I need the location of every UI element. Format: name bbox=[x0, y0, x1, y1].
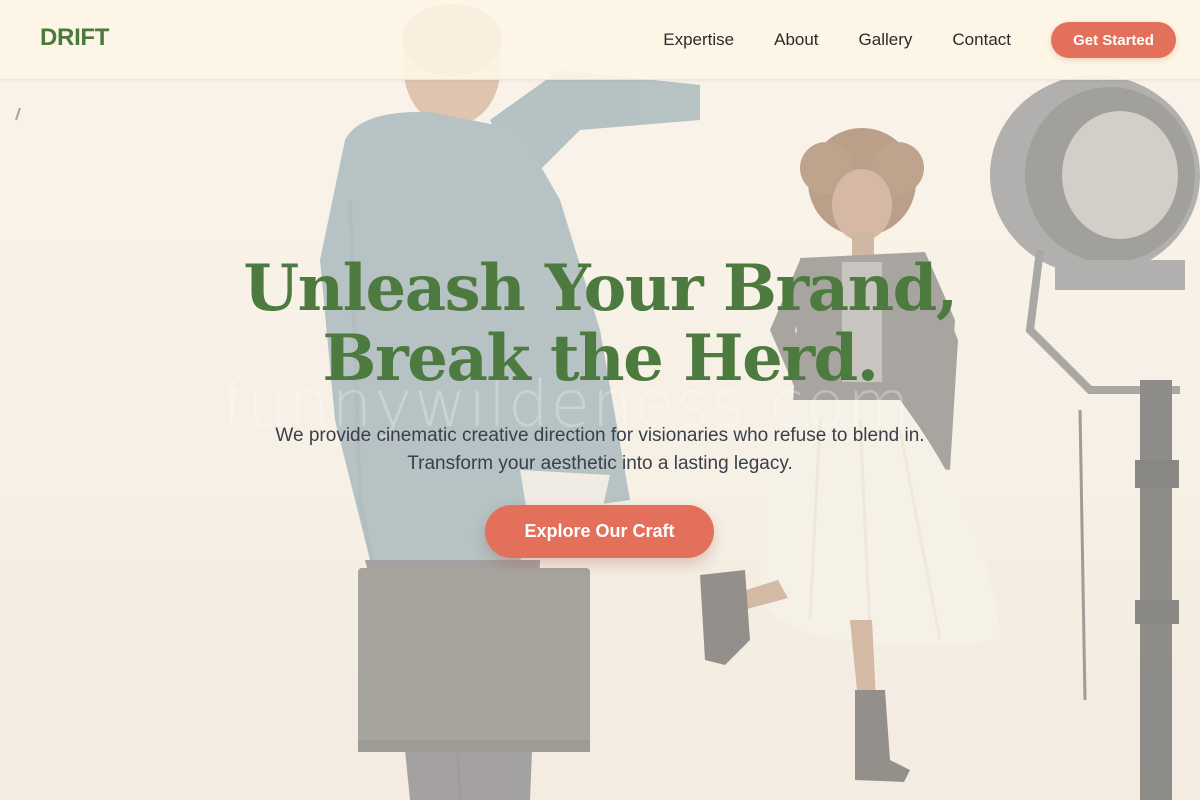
nav-link-expertise[interactable]: Expertise bbox=[663, 30, 734, 50]
get-started-button[interactable]: Get Started bbox=[1051, 22, 1176, 58]
nav-links: Expertise About Gallery Contact bbox=[663, 0, 1011, 80]
hero-headline-line1: Unleash Your Brand, bbox=[243, 251, 958, 326]
hero-headline: Unleash Your Brand, Break the Herd. bbox=[0, 254, 1200, 394]
nav-link-gallery[interactable]: Gallery bbox=[859, 30, 913, 50]
hero-subtitle: We provide cinematic creative direction … bbox=[275, 425, 925, 474]
hero-headline-line2: Break the Herd. bbox=[322, 321, 879, 396]
nav-link-about[interactable]: About bbox=[774, 30, 818, 50]
brand-logo[interactable]: DRIFT bbox=[40, 24, 109, 52]
nav-link-contact[interactable]: Contact bbox=[952, 30, 1011, 50]
top-navbar: DRIFT Expertise About Gallery Contact Ge… bbox=[0, 0, 1200, 80]
hero-section: funnywildeness.com bbox=[0, 0, 1200, 800]
explore-our-craft-button[interactable]: Explore Our Craft bbox=[485, 505, 714, 558]
